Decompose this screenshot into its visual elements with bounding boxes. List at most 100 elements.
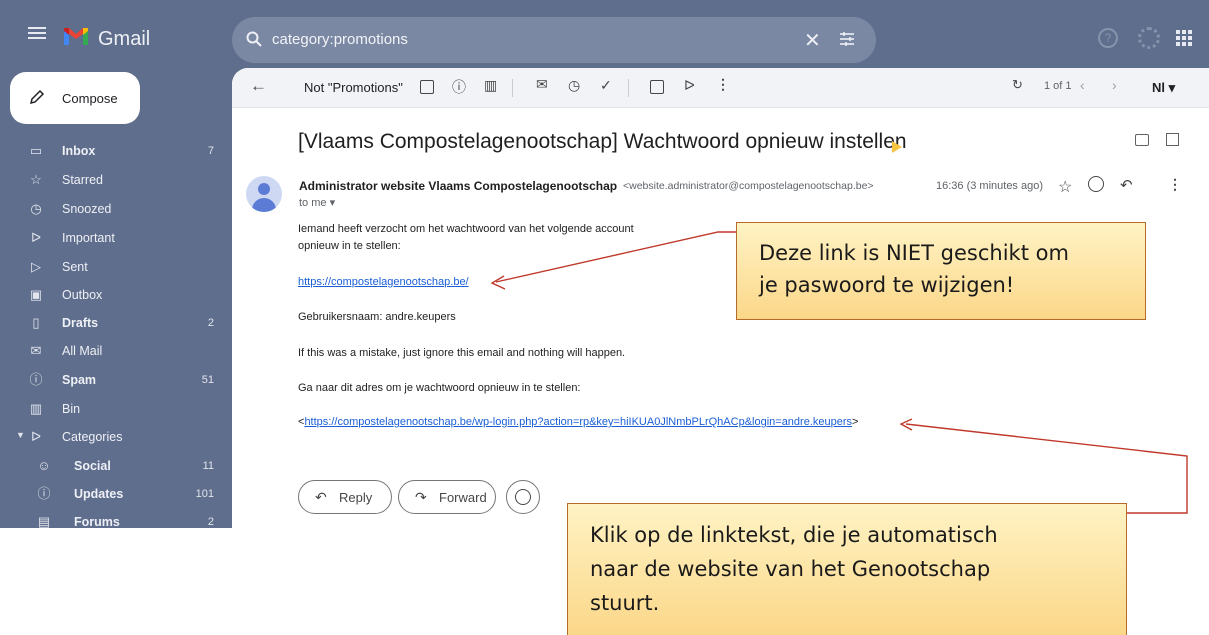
sidebar-item-forums[interactable]: ▤ Forums 2 <box>0 509 228 528</box>
sidebar-item-social[interactable]: ☺ Social 11 <box>0 453 228 481</box>
refresh-icon[interactable]: ↻ <box>1012 77 1023 93</box>
sidebar-item-spam[interactable]: ⓘ Spam 51 <box>0 367 228 395</box>
mark-unread-icon[interactable]: ✉ <box>536 76 548 93</box>
screenshot-stage: Gmail category:promotions ✕ ? Compose ▭ … <box>0 0 1209 635</box>
sidebar-item-starred[interactable]: ☆ Starred <box>0 167 228 195</box>
sender-name: Administrator website Vlaams Compostelag… <box>299 179 618 193</box>
pencil-icon <box>29 89 45 105</box>
unread-count: 101 <box>195 488 214 500</box>
archive-icon[interactable] <box>420 80 434 94</box>
sidebar-item-snoozed[interactable]: ◷ Snoozed <box>0 196 228 224</box>
forward-button[interactable]: ↷ Forward <box>398 480 496 514</box>
pagination-status: 1 of 1 <box>1044 80 1072 92</box>
reply-button[interactable]: ↶ Reply <box>298 480 392 514</box>
emoji-reaction-button[interactable] <box>506 480 540 514</box>
help-icon[interactable]: ? <box>1098 28 1118 48</box>
toolbar-divider <box>512 79 513 97</box>
label-as-icon[interactable]: ᐅ <box>684 77 695 94</box>
sidebar-item-label: Updates <box>74 487 124 501</box>
gmail-logo-icon <box>64 28 88 45</box>
chevron-right-icon[interactable]: › <box>1112 77 1117 93</box>
delete-icon[interactable]: ▥ <box>484 77 497 94</box>
sidebar-item-label: Drafts <box>62 316 99 330</box>
google-apps-icon[interactable] <box>1176 30 1192 46</box>
body-text-line: Iemand heeft verzocht om het wachtwoord … <box>298 223 634 235</box>
search-icon[interactable] <box>245 30 263 48</box>
toolbar-divider <box>628 79 629 97</box>
back-arrow-icon[interactable]: ← <box>250 76 267 96</box>
input-language-selector[interactable]: Nl ▾ <box>1152 80 1175 96</box>
caret-down-icon[interactable]: ▼ <box>16 430 25 440</box>
chevron-left-icon[interactable]: ‹ <box>1080 77 1085 93</box>
sender-avatar <box>246 176 282 212</box>
callout-text-line: Klik op de linktekst, die je automatisch <box>590 523 998 547</box>
spam-icon: ⓘ <box>29 372 43 387</box>
search-bar[interactable]: category:promotions ✕ <box>232 17 876 63</box>
more-options-icon[interactable]: ⋮ <box>1168 176 1182 193</box>
sidebar-item-label: Sent <box>62 260 88 274</box>
callout-text-line: stuurt. <box>590 591 660 615</box>
link-close-bracket: > <box>852 416 859 428</box>
unread-count: 2 <box>207 317 214 329</box>
callout-text-line: naar de website van het Genootschap <box>590 557 991 581</box>
settings-gear-icon[interactable] <box>1138 27 1160 49</box>
site-link[interactable]: https://compostelagenootschap.be/ <box>298 276 469 288</box>
search-input[interactable]: category:promotions <box>272 31 408 48</box>
sidebar-item-bin[interactable]: ▥ Bin <box>0 396 228 424</box>
reset-password-link[interactable]: https://compostelagenootschap.be/wp-logi… <box>304 416 852 428</box>
report-spam-icon[interactable]: ⓘ <box>452 77 466 97</box>
add-reaction-icon[interactable] <box>1088 176 1104 192</box>
sidebar-item-outbox[interactable]: ▣ Outbox <box>0 282 228 310</box>
open-in-new-window-icon[interactable] <box>1166 133 1179 146</box>
callout-text-line: Deze link is NIET geschikt om <box>759 241 1069 265</box>
recipient-details[interactable]: to me ▾ <box>299 196 335 209</box>
sidebar-item-important[interactable]: ᐅ Important <box>0 225 228 253</box>
search-options-icon[interactable] <box>838 30 856 48</box>
sidebar-item-label: Spam <box>62 373 97 387</box>
reply-icon[interactable]: ↶ <box>1120 176 1133 194</box>
main-menu-icon[interactable] <box>26 24 48 44</box>
sidebar-item-label: Social <box>74 459 111 473</box>
snooze-icon[interactable]: ◷ <box>568 77 580 94</box>
importance-marker-icon[interactable] <box>892 141 902 153</box>
input-language-value: Nl <box>1152 80 1165 95</box>
star-icon[interactable]: ☆ <box>1058 177 1072 197</box>
sidebar-item-label: All Mail <box>62 344 103 358</box>
compose-label: Compose <box>62 91 118 106</box>
label-icon: ᐅ <box>31 429 41 444</box>
not-promotions-button[interactable]: Not "Promotions" <box>304 80 403 95</box>
sidebar-item-label: Categories <box>62 430 123 444</box>
updates-icon: ⓘ <box>37 486 51 501</box>
sidebar-item-all-mail[interactable]: ✉ All Mail <box>0 338 228 366</box>
sidebar-item-categories[interactable]: ▼ ᐅ Categories <box>0 424 228 452</box>
email-toolbar: ← Not "Promotions" ⓘ ▥ ✉ ◷ ✓ ᐅ ⋮ ↻ 1 of … <box>232 68 1209 108</box>
outbox-icon: ▣ <box>29 287 43 302</box>
sidebar-item-inbox[interactable]: ▭ Inbox 7 <box>0 138 228 166</box>
sidebar-item-sent[interactable]: ▷ Sent <box>0 254 228 282</box>
body-text-line: Ga naar dit adres om je wachtwoord opnie… <box>298 382 581 394</box>
forward-icon: ↷ <box>415 489 427 505</box>
bin-icon: ▥ <box>29 401 43 416</box>
body-text-line: If this was a mistake, just ignore this … <box>298 347 626 359</box>
sidebar-item-label: Starred <box>62 173 103 187</box>
unread-count: 51 <box>201 374 214 386</box>
sidebar-item-updates[interactable]: ⓘ Updates 101 <box>0 481 228 509</box>
add-task-icon[interactable]: ✓ <box>600 77 612 94</box>
warning-callout: Deze link is NIET geschikt om je paswoor… <box>736 222 1146 320</box>
sidebar-item-drafts[interactable]: ▯ Drafts 2 <box>0 310 228 338</box>
sidebar-item-label: Important <box>62 231 115 245</box>
body-text-line: <https://compostelagenootschap.be/wp-log… <box>298 416 858 428</box>
more-options-icon[interactable]: ⋮ <box>716 76 730 93</box>
unread-count: 11 <box>202 460 214 472</box>
all-mail-icon: ✉ <box>30 343 42 358</box>
compose-button[interactable]: Compose <box>10 72 140 124</box>
body-text-line: https://compostelagenootschap.be/ <box>298 276 469 288</box>
sender-email: <website.administrator@compostelagenoots… <box>623 180 874 192</box>
print-icon[interactable] <box>1135 134 1149 146</box>
reply-label: Reply <box>339 490 373 505</box>
sidebar-item-label: Bin <box>62 402 81 416</box>
social-icon: ☺ <box>37 458 51 473</box>
draft-icon: ▯ <box>32 315 40 330</box>
move-to-icon[interactable] <box>650 80 664 94</box>
clear-search-icon[interactable]: ✕ <box>804 28 821 53</box>
